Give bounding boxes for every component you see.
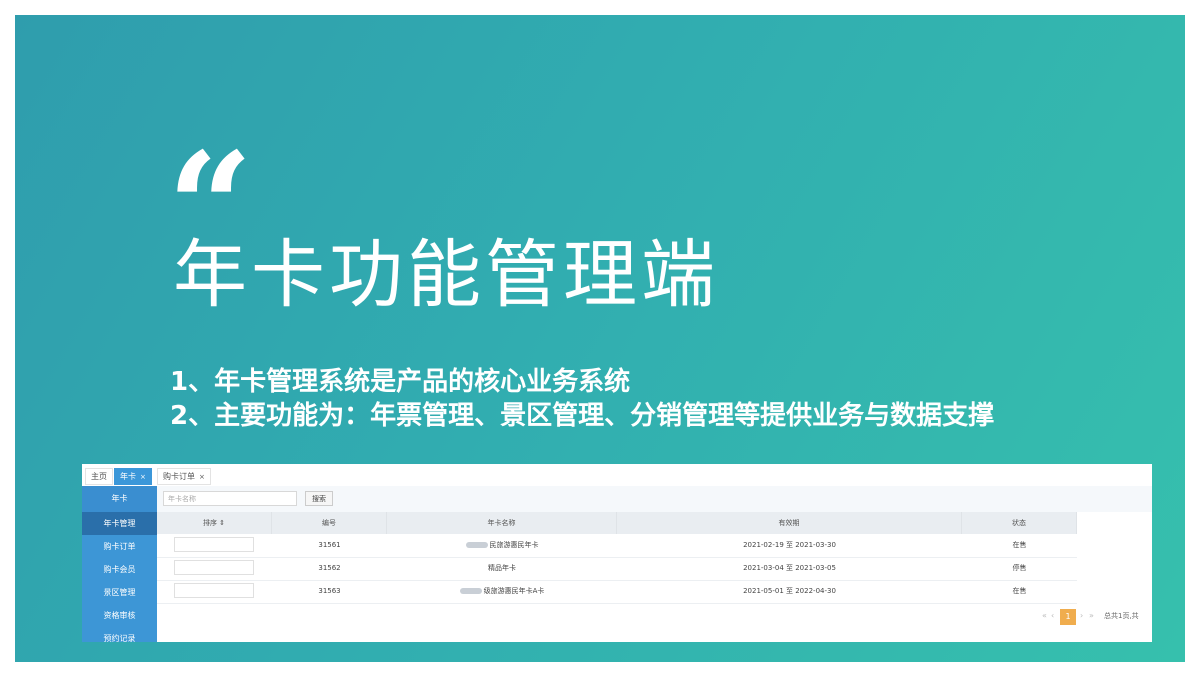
sidebar-item-scenic-management[interactable]: 景区管理: [82, 581, 157, 604]
main-content: 年卡名称 搜索 排序 ⇕ 编号 年卡名称 有效期 状态 31561 民旅游惠民年…: [157, 486, 1152, 642]
table-row[interactable]: 31562 精品年卡 2021-03-04 至 2021-03-05 停售: [157, 557, 1077, 581]
card-name: 民旅游惠民年卡: [387, 534, 617, 557]
sort-input[interactable]: [174, 560, 254, 575]
bullet-item-2: 2、主要功能为：年票管理、景区管理、分销管理等提供业务与数据支撑: [170, 401, 995, 431]
next-page-icon[interactable]: ›: [1080, 611, 1083, 620]
card-id: 31563: [318, 587, 341, 595]
column-header-sort[interactable]: 排序 ⇕: [157, 512, 272, 534]
card-name: 精品年卡: [488, 564, 516, 572]
search-input[interactable]: 年卡名称: [163, 491, 297, 506]
card-status: 在售: [1012, 587, 1027, 595]
sidebar-item-reservation-records[interactable]: 预约记录: [82, 627, 157, 642]
sort-input[interactable]: [174, 583, 254, 598]
card-name: 级旅游惠民年卡A卡: [387, 580, 617, 603]
sidebar: 年卡 年卡管理 购卡订单 购卡会员 景区管理 资格审核 预约记录: [82, 486, 157, 642]
column-header-id: 编号: [272, 512, 387, 534]
card-status: 停售: [1012, 564, 1027, 572]
table-header: 排序 ⇕ 编号 年卡名称 有效期 状态: [157, 512, 1077, 534]
page-button-current[interactable]: 1: [1060, 609, 1076, 625]
admin-screenshot: 主页 年卡 × 购卡订单 × 年卡 年卡管理 购卡订单 购卡会员 景区管理 资格审核…: [82, 464, 1152, 642]
sidebar-item-qualification-review[interactable]: 资格审核: [82, 604, 157, 627]
column-header-status: 状态: [962, 512, 1077, 534]
card-validity: 2021-03-04 至 2021-03-05: [743, 564, 836, 572]
slide-title: 年卡功能管理端: [173, 232, 719, 318]
close-icon[interactable]: ×: [199, 473, 205, 481]
last-page-icon[interactable]: »: [1089, 611, 1094, 620]
bullet-list: 1、年卡管理系统是产品的核心业务系统 2、主要功能为：年票管理、景区管理、分销管…: [170, 365, 994, 433]
sidebar-item-card-orders[interactable]: 购卡订单: [82, 535, 157, 558]
prev-page-icon[interactable]: ‹: [1051, 611, 1054, 620]
table-row[interactable]: 31563 级旅游惠民年卡A卡 2021-05-01 至 2022-04-30 …: [157, 580, 1077, 604]
redacted-mark: [465, 542, 488, 548]
pagination: « ‹ 1 › » 总共1页,共: [1042, 609, 1152, 625]
card-id: 31561: [318, 541, 341, 549]
search-bar: 年卡名称 搜索: [157, 486, 1152, 512]
card-validity: 2021-02-19 至 2021-03-30: [743, 541, 836, 549]
tab-bar: 主页 年卡 × 购卡订单 ×: [82, 464, 1152, 487]
redacted-mark: [459, 588, 482, 594]
close-icon[interactable]: ×: [140, 473, 146, 481]
card-status: 在售: [1012, 541, 1027, 549]
sidebar-item-card-management[interactable]: 年卡管理: [82, 512, 157, 535]
column-header-name: 年卡名称: [387, 512, 617, 534]
page-info: 总共1页,共: [1104, 612, 1139, 620]
tab-card-orders[interactable]: 购卡订单 ×: [157, 468, 211, 485]
card-validity: 2021-05-01 至 2022-04-30: [743, 587, 836, 595]
sort-input[interactable]: [174, 537, 254, 552]
first-page-icon[interactable]: «: [1042, 611, 1047, 620]
tab-home[interactable]: 主页: [85, 468, 113, 485]
column-header-validity: 有效期: [617, 512, 962, 534]
bullet-item-1: 1、年卡管理系统是产品的核心业务系统: [170, 367, 631, 397]
sidebar-item-card-members[interactable]: 购卡会员: [82, 558, 157, 581]
search-button[interactable]: 搜索: [305, 491, 333, 506]
table-row[interactable]: 31561 民旅游惠民年卡 2021-02-19 至 2021-03-30 在售: [157, 534, 1077, 558]
tab-annual-card[interactable]: 年卡 ×: [114, 468, 152, 485]
slide-background: “ 年卡功能管理端 1、年卡管理系统是产品的核心业务系统 2、主要功能为：年票管…: [15, 15, 1185, 662]
sidebar-header[interactable]: 年卡: [82, 486, 157, 512]
card-id: 31562: [318, 564, 341, 572]
